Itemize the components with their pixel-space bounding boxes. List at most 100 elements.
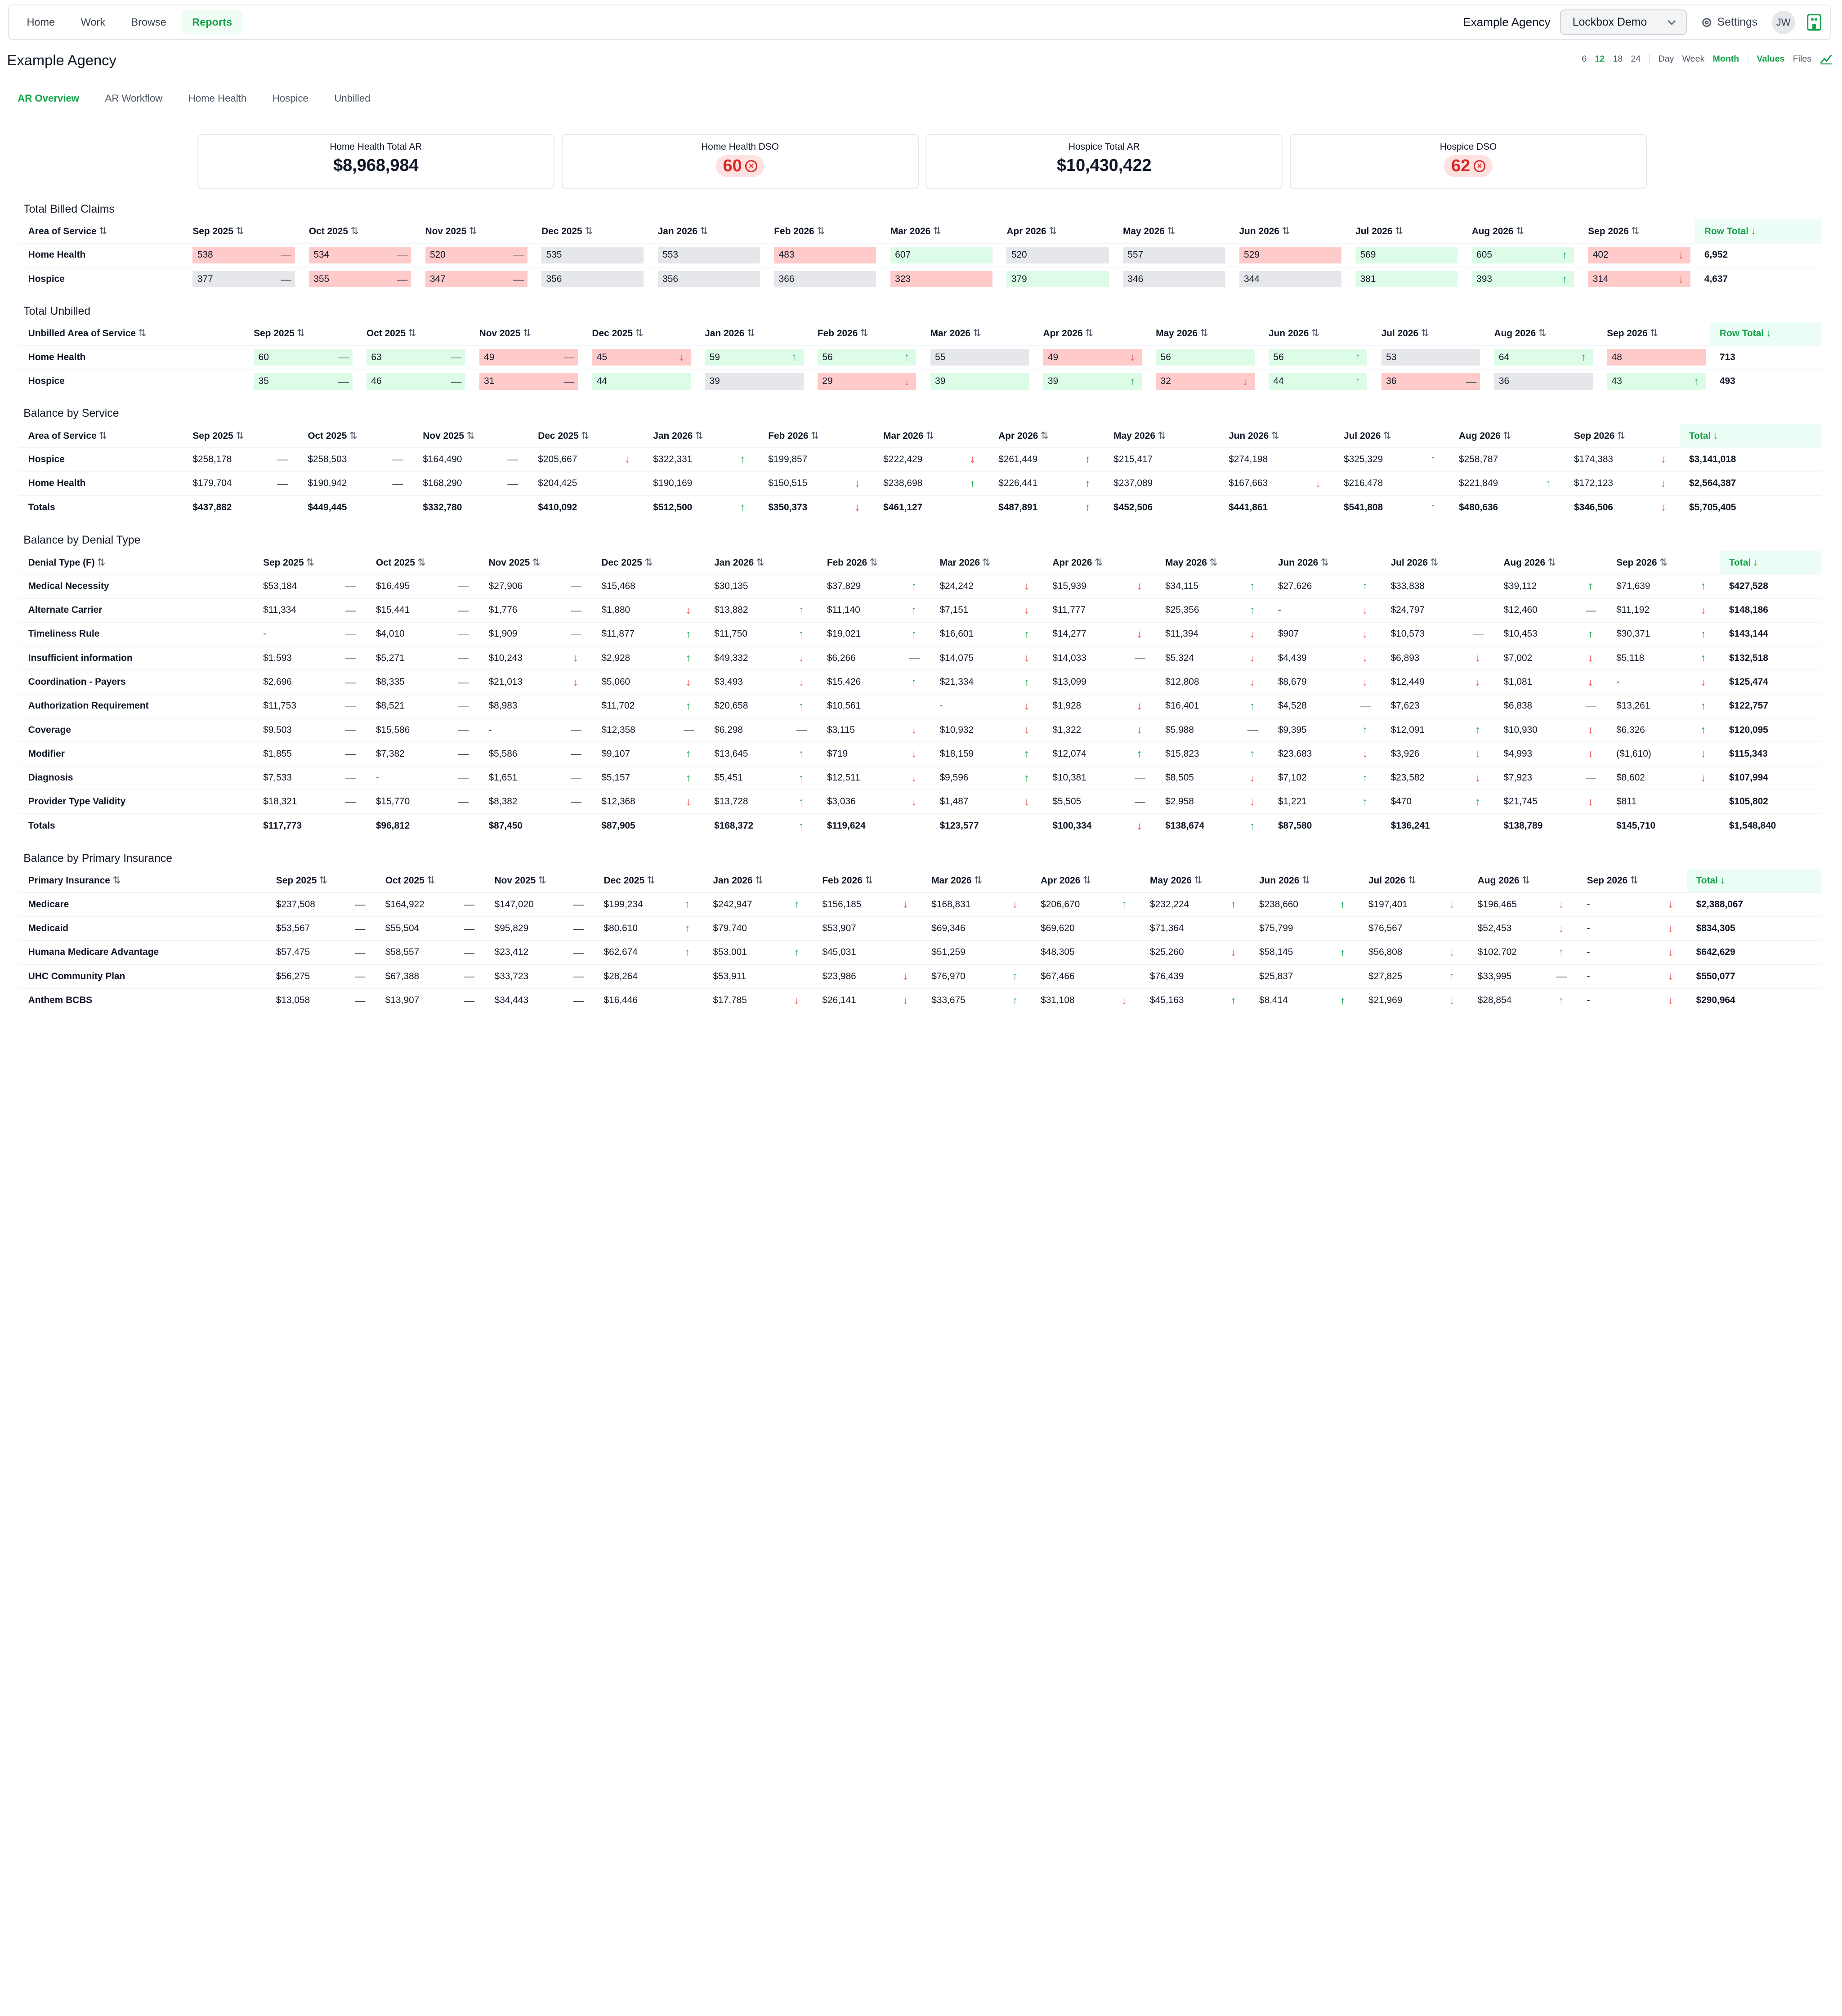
sort-icon[interactable]: ⇅ (700, 225, 708, 236)
sort-icon[interactable]: ⇅ (466, 430, 475, 441)
column-header[interactable]: Sep 2025 ⇅ (183, 424, 298, 447)
column-header[interactable]: Unbilled Area of Service ⇅ (19, 322, 245, 345)
column-header[interactable]: Oct 2025 ⇅ (367, 551, 479, 574)
sort-icon[interactable]: ⇅ (756, 557, 765, 568)
sort-icon[interactable]: ⇅ (306, 557, 315, 568)
sort-icon[interactable]: ⇅ (933, 225, 941, 236)
column-header[interactable]: Dec 2025 ⇅ (532, 219, 648, 243)
sort-icon[interactable]: ⇅ (1311, 327, 1320, 339)
column-header[interactable]: Jul 2026 ⇅ (1346, 219, 1462, 243)
column-header[interactable]: Nov 2025 ⇅ (413, 424, 528, 447)
sort-icon[interactable]: ⇅ (236, 225, 244, 236)
column-header[interactable]: Jun 2026 ⇅ (1250, 869, 1359, 892)
column-header[interactable]: Apr 2026 ⇅ (989, 424, 1104, 447)
table-row[interactable]: Timeliness Rule - — $4,010— $1,909— $11,877 ↑ $… (18, 621, 1821, 647)
column-header[interactable]: Denial Type (F) ⇅ (19, 551, 254, 574)
sort-desc-icon[interactable]: ↓ (1713, 430, 1718, 441)
sort-icon[interactable]: ⇅ (1167, 225, 1176, 236)
table-row[interactable]: Humana Medicare Advantage $57,475— $58,557… (18, 940, 1821, 964)
column-header[interactable]: Area of Service ⇅ (19, 219, 183, 243)
column-header[interactable]: Mar 2026 ⇅ (874, 424, 989, 447)
sort-icon[interactable]: ⇅ (1320, 557, 1329, 568)
grain-day[interactable]: Day (1658, 54, 1674, 64)
sort-icon[interactable]: ⇅ (1083, 874, 1091, 886)
sort-icon[interactable]: ⇅ (349, 430, 358, 441)
column-header[interactable]: Jun 2026 ⇅ (1259, 322, 1372, 345)
sort-icon[interactable]: ⇅ (1617, 430, 1626, 441)
column-header[interactable]: Dec 2025 ⇅ (528, 424, 644, 447)
column-header[interactable]: May 2026 ⇅ (1146, 322, 1259, 345)
column-header[interactable]: Jun 2026 ⇅ (1219, 424, 1334, 447)
column-header[interactable]: Jul 2026 ⇅ (1334, 424, 1449, 447)
avatar[interactable]: JW (1771, 10, 1795, 34)
column-header[interactable]: Jun 2026 ⇅ (1269, 551, 1382, 574)
column-header[interactable]: Feb 2026 ⇅ (808, 322, 921, 345)
column-header[interactable]: Jan 2026 ⇅ (695, 322, 808, 345)
sort-icon[interactable]: ⇅ (99, 225, 107, 236)
column-header[interactable]: May 2026 ⇅ (1104, 424, 1219, 447)
table-row[interactable]: Diagnosis $7,533— - — $1,651— $5,157 ↑ $5,451 ↑ $… (18, 765, 1821, 790)
range-24[interactable]: 24 (1631, 54, 1641, 64)
sort-icon[interactable]: ⇅ (695, 430, 704, 441)
sort-icon[interactable]: ⇅ (1395, 225, 1404, 236)
column-header[interactable]: Aug 2026 ⇅ (1449, 424, 1565, 447)
sort-icon[interactable]: ⇅ (1547, 557, 1556, 568)
sort-icon[interactable]: ⇅ (236, 430, 244, 441)
sort-icon[interactable]: ⇅ (635, 327, 644, 339)
nav-browse[interactable]: Browse (121, 10, 177, 34)
trend-chart-icon[interactable] (1820, 54, 1833, 65)
column-header[interactable]: Jul 2026 ⇅ (1359, 869, 1468, 892)
sort-icon[interactable]: ⇅ (865, 874, 873, 886)
column-header[interactable]: Apr 2026 ⇅ (997, 219, 1114, 243)
sort-icon[interactable]: ⇅ (1200, 327, 1208, 339)
mode-values[interactable]: Values (1757, 54, 1784, 64)
table-row[interactable]: Hospice 35 — 46 — 31 — 44 39 29 ↓ 39 39 ↑ 32 ↓ 44 ↑ 36 — 36 4… (18, 369, 1821, 393)
column-header[interactable]: Dec 2025 ⇅ (583, 322, 696, 345)
column-header[interactable]: Nov 2025 ⇅ (416, 219, 532, 243)
sort-icon[interactable]: ⇅ (1085, 327, 1094, 339)
column-header[interactable]: Sep 2025 ⇅ (267, 869, 376, 892)
table-row[interactable]: Home Health 60—63—49—45 ↓ 59 ↑ 56 ↑ 55 49 ↓ 56 56 ↑ 5… (18, 344, 1821, 370)
mode-files[interactable]: Files (1793, 54, 1811, 64)
column-header[interactable]: Oct 2025 ⇅ (376, 869, 485, 892)
column-header[interactable]: Apr 2026 ⇅ (1043, 551, 1156, 574)
table-row[interactable]: Home Health 538 — 534 — 520 — 535 553 483 607 520 55… (18, 242, 1821, 267)
column-header[interactable]: Dec 2025 ⇅ (592, 551, 705, 574)
column-header[interactable]: Sep 2025 ⇅ (183, 219, 300, 243)
sort-icon[interactable]: ⇅ (1158, 430, 1166, 441)
table-row[interactable]: Medicaid $53,567 — $55,504 — $95,829 — $80,610 ↑… (18, 916, 1821, 941)
sort-icon[interactable]: ⇅ (817, 225, 825, 236)
sort-icon[interactable]: ⇅ (1302, 874, 1310, 886)
table-row[interactable]: Coordination - Payers $2,696 — $8,335 — $21,0… (18, 669, 1821, 694)
sort-icon[interactable]: ⇅ (747, 327, 756, 339)
column-header[interactable]: May 2026 ⇅ (1156, 551, 1269, 574)
column-header[interactable]: Jul 2026 ⇅ (1382, 551, 1494, 574)
sort-icon[interactable]: ⇅ (297, 327, 305, 339)
column-header-total[interactable]: Row Total ↓ (1694, 219, 1821, 243)
table-row[interactable]: Hospice 377 — 355 — 347 — 356 356 366 323 379 346 344… (18, 266, 1821, 291)
column-header[interactable]: May 2026 ⇅ (1113, 219, 1230, 243)
column-header[interactable]: Sep 2026 ⇅ (1597, 322, 1710, 345)
table-row[interactable]: Modifier $1,855— $7,382— $5,586— $9,107 ↑ $13,… (18, 741, 1821, 766)
sort-icon[interactable]: ⇅ (427, 874, 435, 886)
table-row[interactable]: Insufficient information $1,593— $5,271— $1… (18, 646, 1821, 670)
sort-icon[interactable]: ⇅ (755, 874, 764, 886)
sort-icon[interactable]: ⇅ (1282, 225, 1290, 236)
column-header[interactable]: Mar 2026 ⇅ (922, 869, 1031, 892)
table-row[interactable]: UHC Community Plan $56,275— $67,388— $33,72… (18, 963, 1821, 989)
sort-icon[interactable]: ⇅ (97, 557, 106, 568)
column-header[interactable]: Apr 2026 ⇅ (1031, 869, 1140, 892)
tab-ar-workflow[interactable]: AR Workflow (97, 89, 170, 108)
sort-icon[interactable]: ⇅ (1095, 557, 1103, 568)
sort-icon[interactable]: ⇅ (869, 557, 878, 568)
column-header[interactable]: Oct 2025 ⇅ (298, 424, 413, 447)
sort-icon[interactable]: ⇅ (112, 874, 121, 886)
sort-icon[interactable]: ⇅ (138, 327, 147, 339)
column-header[interactable]: Sep 2026 ⇅ (1565, 424, 1680, 447)
sort-icon[interactable]: ⇅ (647, 874, 655, 886)
range-18[interactable]: 18 (1613, 54, 1623, 64)
column-header[interactable]: Aug 2026 ⇅ (1485, 322, 1598, 345)
sort-icon[interactable]: ⇅ (1503, 430, 1511, 441)
sort-icon[interactable]: ⇅ (1659, 557, 1668, 568)
sort-desc-icon[interactable]: ↓ (1720, 874, 1725, 886)
